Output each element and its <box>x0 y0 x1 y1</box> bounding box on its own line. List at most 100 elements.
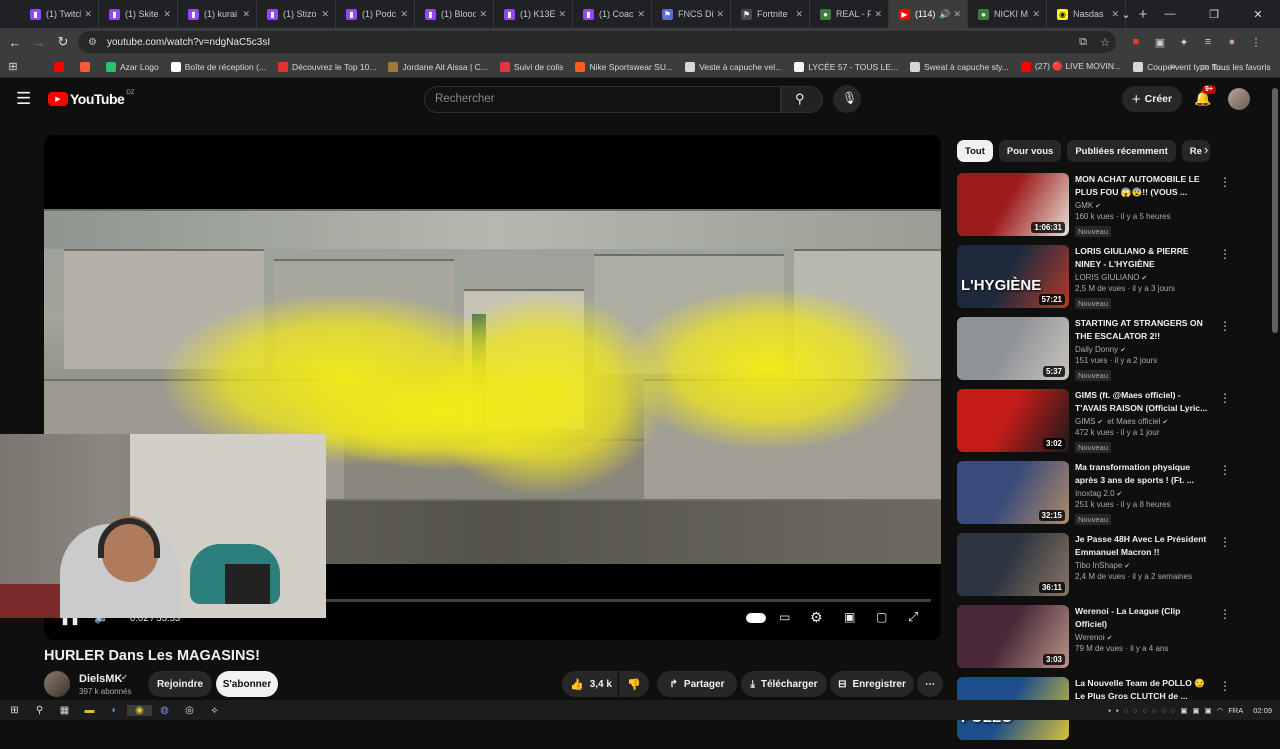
browser-tab[interactable]: ▮ (1) Twitch ✕ <box>20 0 99 28</box>
filter-chip[interactable]: Pour vous <box>998 140 1062 162</box>
guide-menu-icon[interactable]: ☰ <box>16 89 31 109</box>
all-bookmarks-folder[interactable]: ▭ Tous les favoris <box>1200 61 1271 72</box>
tray-icon[interactable]: ▪ <box>1108 706 1111 715</box>
language-indicator[interactable]: FRA <box>1228 706 1243 715</box>
browser-tab[interactable]: ▮ (1) Skite ✕ <box>99 0 178 28</box>
extensions-puzzle-icon[interactable]: ✦ <box>1172 36 1196 49</box>
more-options-icon[interactable]: ⋮ <box>1219 319 1231 333</box>
recommendation-item[interactable]: L'HYGIÈNE 57:21 LORIS GIULIANO & PIERRE NI… <box>957 245 1231 317</box>
bookmark-item[interactable]: Suivi de colis <box>499 61 563 72</box>
tab-search-icon[interactable]: ⌄ <box>1104 8 1148 21</box>
more-options-icon[interactable]: ⋮ <box>1219 535 1231 549</box>
download-button[interactable]: ⤓ Télécharger <box>741 671 827 697</box>
share-button[interactable]: ↱ Partager <box>657 671 737 697</box>
tab-close-icon[interactable]: ✕ <box>321 9 329 20</box>
more-options-icon[interactable]: ⋮ <box>1219 247 1231 261</box>
tray-icon[interactable]: ▣ <box>1205 706 1212 715</box>
recommendation-title[interactable]: MON ACHAT AUTOMOBILE LE PLUS FOU 😱😨!! (V… <box>1075 173 1211 199</box>
account-avatar[interactable] <box>1228 88 1250 110</box>
more-options-icon[interactable]: ⋮ <box>1219 391 1231 405</box>
url-text[interactable]: youtube.com/watch?v=ndgNaC5c3sI <box>107 37 1072 48</box>
browser-tab[interactable]: ⚑ Fortnite ✕ <box>731 0 810 28</box>
tab-close-icon[interactable]: ✕ <box>637 9 645 20</box>
tab-close-icon[interactable]: ✕ <box>163 9 171 20</box>
captions-icon[interactable]: ▭ <box>779 610 790 624</box>
extension-gray-icon[interactable]: ▣ <box>1148 36 1172 49</box>
more-options-icon[interactable]: ⋮ <box>1219 463 1231 477</box>
tab-close-icon[interactable]: ✕ <box>795 9 803 20</box>
video-thumbnail[interactable]: L'HYGIÈNE 57:21 <box>957 245 1069 308</box>
minimize-button[interactable]: — <box>1148 8 1192 20</box>
windows-start-icon[interactable]: ⊞ <box>2 705 27 716</box>
tab-close-icon[interactable]: ✕ <box>242 9 250 20</box>
video-thumbnail[interactable]: 3:02 <box>957 389 1069 452</box>
apps-grid-icon[interactable]: ⊞ <box>0 60 26 73</box>
video-thumbnail[interactable]: 1:06:31 <box>957 173 1069 236</box>
tray-icon[interactable]: ◌ <box>1133 706 1137 715</box>
recommendation-item[interactable]: 3:03 Werenoi - La League (Clip Officiel) W… <box>957 605 1231 677</box>
recommendation-channel[interactable]: Daily Donny ✔ <box>1075 345 1211 354</box>
subscribe-button[interactable]: S'abonner <box>216 671 278 697</box>
back-icon[interactable]: ← <box>3 35 27 50</box>
recommendation-title[interactable]: Werenoi - La League (Clip Officiel) <box>1075 605 1211 631</box>
recommendation-channel[interactable]: Inoxtag 2.0 ✔ <box>1075 489 1211 498</box>
browser-tab[interactable]: ▶ (114) 🔊 ✕ <box>889 0 968 28</box>
channel-avatar[interactable] <box>44 671 70 697</box>
dislike-button[interactable]: 👎 <box>619 671 649 697</box>
calendar-app-icon[interactable]: ▦ <box>52 705 77 716</box>
recommendation-title[interactable]: Je Passe 48H Avec Le Président Emmanuel … <box>1075 533 1211 559</box>
close-window-button[interactable]: ✕ <box>1236 8 1280 21</box>
recommendation-title[interactable]: Ma transformation physique après 3 ans d… <box>1075 461 1211 487</box>
cast-icon[interactable]: ▢ <box>876 610 887 624</box>
tab-close-icon[interactable]: ✕ <box>1032 9 1040 20</box>
search-input[interactable]: Rechercher <box>424 86 781 113</box>
url-field[interactable]: ⚙ youtube.com/watch?v=ndgNaC5c3sI ⧉ ☆ <box>78 31 1116 53</box>
browser-tab[interactable]: ● REAL - F ✕ <box>810 0 889 28</box>
bookmark-star-icon[interactable]: ☆ <box>1094 36 1116 49</box>
bookmark-item[interactable]: Veste à capuche vel... <box>685 61 782 72</box>
more-bookmarks-icon[interactable]: » <box>1170 61 1176 73</box>
browser-tab[interactable]: ▮ (1) kurai ✕ <box>178 0 257 28</box>
notifications-button[interactable]: 🔔 9+ <box>1192 85 1216 111</box>
save-button[interactable]: ⊟ Enregistrer <box>830 671 914 697</box>
voice-search-button[interactable]: 🎙 <box>833 85 861 113</box>
tray-icon[interactable]: ▪ <box>1116 706 1119 715</box>
tab-audio-icon[interactable]: 🔊 <box>939 9 950 20</box>
bookmark-item[interactable]: Nike Sportswear SU... <box>575 61 673 72</box>
recommendation-channel[interactable]: LORIS GIULIANO ✔ <box>1075 273 1211 282</box>
clock[interactable]: 02:09 <box>1253 706 1272 715</box>
autoplay-toggle[interactable] <box>746 613 766 623</box>
reading-list-icon[interactable]: ≡ <box>1196 36 1220 48</box>
edge-icon[interactable]: ◐ <box>102 705 127 716</box>
more-options-icon[interactable]: ⋮ <box>1219 607 1231 621</box>
bookmark-item[interactable]: Boîte de réception (... <box>170 61 266 72</box>
tab-close-icon[interactable]: ✕ <box>716 9 724 20</box>
bookmark-item[interactable]: Découvrez le Top 10... <box>278 61 376 72</box>
tray-icon[interactable]: ◌ <box>1171 706 1175 715</box>
youtube-logo[interactable]: ▶ YouTube DZ <box>48 90 134 107</box>
install-app-icon[interactable]: ⧉ <box>1072 36 1094 49</box>
recommendation-item[interactable]: 3:02 GIMS (ft. @Maes officiel) - T'AVAIS … <box>957 389 1231 461</box>
join-button[interactable]: Rejoindre <box>148 671 212 697</box>
wifi-icon[interactable]: ◠ <box>1217 706 1224 715</box>
browser-tab[interactable]: ▮ (1) Blood ✕ <box>415 0 494 28</box>
recommendation-item[interactable]: 1:06:31 MON ACHAT AUTOMOBILE LE PLUS FOU … <box>957 173 1231 245</box>
browser-tab[interactable]: ▮ (1) Podc ✕ <box>336 0 415 28</box>
recommendation-item[interactable]: 32:15 Ma transformation physique après 3 … <box>957 461 1231 533</box>
settings-gear-icon[interactable]: ⚙ <box>810 609 823 626</box>
tab-close-icon[interactable]: ✕ <box>400 9 408 20</box>
filter-chip[interactable]: Publiées récemment <box>1067 140 1176 162</box>
recommendation-title[interactable]: GIMS (ft. @Maes officiel) - T'AVAIS RAIS… <box>1075 389 1211 415</box>
chips-next-icon[interactable]: › <box>1204 142 1208 157</box>
recommendation-channel[interactable]: Tibo InShape ✔ <box>1075 561 1211 570</box>
recommendation-channel[interactable]: GMK ✔ <box>1075 201 1211 210</box>
more-options-icon[interactable]: ⋮ <box>1219 175 1231 189</box>
video-thumbnail[interactable]: 36:11 <box>957 533 1069 596</box>
browser-tab[interactable]: ▮ (1) Coach✕ <box>573 0 652 28</box>
browser-tab[interactable]: ⚑ FNCS Di ✕ <box>652 0 731 28</box>
tray-icon[interactable]: ▣ <box>1180 706 1187 715</box>
extension-red-icon[interactable]: ■ <box>1124 36 1148 48</box>
bookmark-item[interactable] <box>80 61 94 72</box>
like-button[interactable]: 👍 3,4 k <box>562 671 618 697</box>
page-scrollbar[interactable] <box>1272 88 1278 333</box>
